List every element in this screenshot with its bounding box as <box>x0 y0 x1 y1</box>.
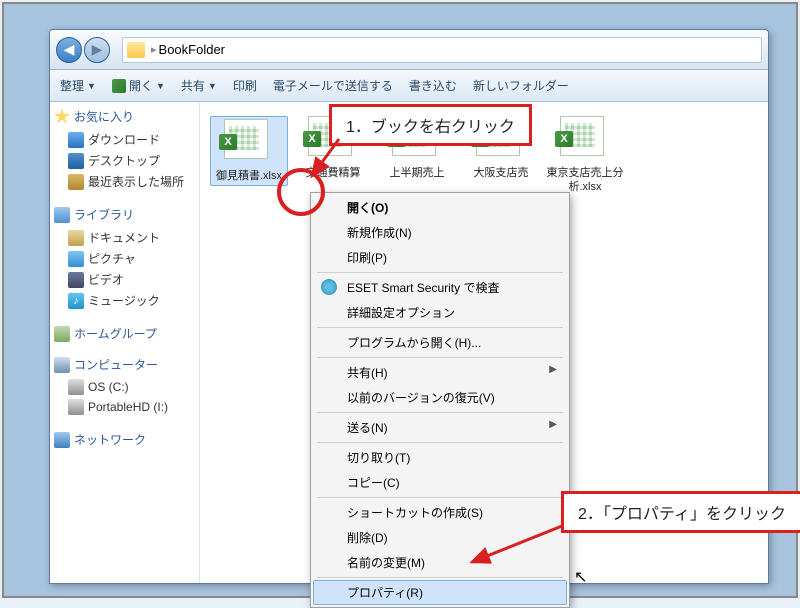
annotation-arrow-1 <box>304 134 344 189</box>
sidebar-libraries[interactable]: ライブラリ <box>54 206 195 223</box>
toolbar-share[interactable]: 共有▼ <box>181 77 217 94</box>
video-icon <box>68 272 84 288</box>
folder-icon <box>127 42 145 58</box>
sidebar-item-desktop[interactable]: デスクトップ <box>54 150 195 171</box>
ctx-new[interactable]: 新規作成(N) <box>313 220 567 245</box>
toolbar-newfolder[interactable]: 新しいフォルダー <box>473 77 569 94</box>
chevron-right-icon: ▶ <box>549 364 557 375</box>
excel-file-icon <box>224 119 268 159</box>
chevron-right-icon: ▸ <box>151 43 157 56</box>
separator <box>317 497 563 498</box>
chevron-down-icon: ▼ <box>156 81 165 91</box>
ctx-adv-options[interactable]: 詳細設定オプション <box>313 300 567 325</box>
excel-file-icon <box>560 116 604 156</box>
desktop-icon <box>68 153 84 169</box>
ctx-send-to[interactable]: 送る(N)▶ <box>313 415 567 440</box>
sidebar-item-downloads[interactable]: ダウンロード <box>54 129 195 150</box>
sidebar-item-os-c[interactable]: OS (C:) <box>54 377 195 397</box>
toolbar-organize[interactable]: 整理▼ <box>60 77 96 94</box>
file-name: 大阪支店売 <box>462 166 540 180</box>
annotation-arrow-2 <box>464 522 574 577</box>
ctx-restore[interactable]: 以前のバージョンの復元(V) <box>313 385 567 410</box>
sidebar-favorites[interactable]: お気に入り <box>54 108 195 125</box>
sidebar-item-music[interactable]: ♪ミュージック <box>54 290 195 311</box>
separator <box>317 442 563 443</box>
chevron-down-icon: ▼ <box>87 81 96 91</box>
sidebar-item-pictures[interactable]: ピクチャ <box>54 248 195 269</box>
music-icon: ♪ <box>68 293 84 309</box>
nav-back-button[interactable]: ◀ <box>56 37 82 63</box>
annotation-callout-1: 1．ブックを右クリック <box>329 104 532 146</box>
network-icon <box>54 432 70 448</box>
sidebar-item-documents[interactable]: ドキュメント <box>54 227 195 248</box>
ctx-open-with[interactable]: プログラムから開く(H)... <box>313 330 567 355</box>
annotation-callout-2: 2．「プロパティ」をクリック <box>561 491 800 533</box>
homegroup-icon <box>54 326 70 342</box>
document-icon <box>68 230 84 246</box>
sidebar-item-recent[interactable]: 最近表示した場所 <box>54 171 195 192</box>
ctx-print[interactable]: 印刷(P) <box>313 245 567 270</box>
file-name: 御見積書.xlsx <box>213 169 285 183</box>
drive-icon <box>68 399 84 415</box>
sidebar-network[interactable]: ネットワーク <box>54 431 195 448</box>
nav-pane: お気に入り ダウンロード デスクトップ 最近表示した場所 ライブラリ ドキュメン… <box>50 102 200 583</box>
separator <box>317 357 563 358</box>
sidebar-computer[interactable]: コンピューター <box>54 356 195 373</box>
chevron-right-icon: ▶ <box>549 419 557 430</box>
cursor-icon: ↖ <box>574 567 587 587</box>
toolbar-open[interactable]: 開く▼ <box>112 77 165 94</box>
excel-icon <box>112 79 126 93</box>
file-name: 東京支店売上分析.xlsx <box>546 166 624 195</box>
chevron-down-icon: ▼ <box>208 81 217 91</box>
drive-icon <box>68 379 84 395</box>
address-path: BookFolder <box>159 42 225 57</box>
nav-forward-button[interactable]: ▶ <box>84 37 110 63</box>
sidebar-homegroup[interactable]: ホームグループ <box>54 325 195 342</box>
eset-icon <box>321 279 337 295</box>
toolbar: 整理▼ 開く▼ 共有▼ 印刷 電子メールで送信する 書き込む 新しいフォルダー <box>50 70 768 102</box>
ctx-share[interactable]: 共有(H)▶ <box>313 360 567 385</box>
star-icon <box>54 109 70 125</box>
file-name: 上半期売上 <box>378 166 456 180</box>
download-icon <box>68 132 84 148</box>
separator <box>317 327 563 328</box>
titlebar: ◀ ▶ ▸ BookFolder <box>50 30 768 70</box>
separator <box>317 272 563 273</box>
picture-icon <box>68 251 84 267</box>
toolbar-print[interactable]: 印刷 <box>233 77 257 94</box>
file-item-selected[interactable]: 御見積書.xlsx <box>210 116 288 186</box>
sidebar-item-videos[interactable]: ビデオ <box>54 269 195 290</box>
ctx-copy[interactable]: コピー(C) <box>313 470 567 495</box>
sidebar-item-portablehd[interactable]: PortableHD (I:) <box>54 397 195 417</box>
separator <box>317 412 563 413</box>
toolbar-email[interactable]: 電子メールで送信する <box>273 77 393 94</box>
recent-icon <box>68 174 84 190</box>
file-item[interactable]: 東京支店売上分析.xlsx <box>546 116 624 195</box>
ctx-properties[interactable]: プロパティ(R) <box>313 580 567 605</box>
ctx-open[interactable]: 開く(O) <box>313 195 567 220</box>
separator <box>317 577 563 578</box>
library-icon <box>54 207 70 223</box>
toolbar-burn[interactable]: 書き込む <box>409 77 457 94</box>
ctx-cut[interactable]: 切り取り(T) <box>313 445 567 470</box>
computer-icon <box>54 357 70 373</box>
ctx-eset[interactable]: ESET Smart Security で検査 <box>313 275 567 300</box>
address-bar[interactable]: ▸ BookFolder <box>122 37 762 63</box>
